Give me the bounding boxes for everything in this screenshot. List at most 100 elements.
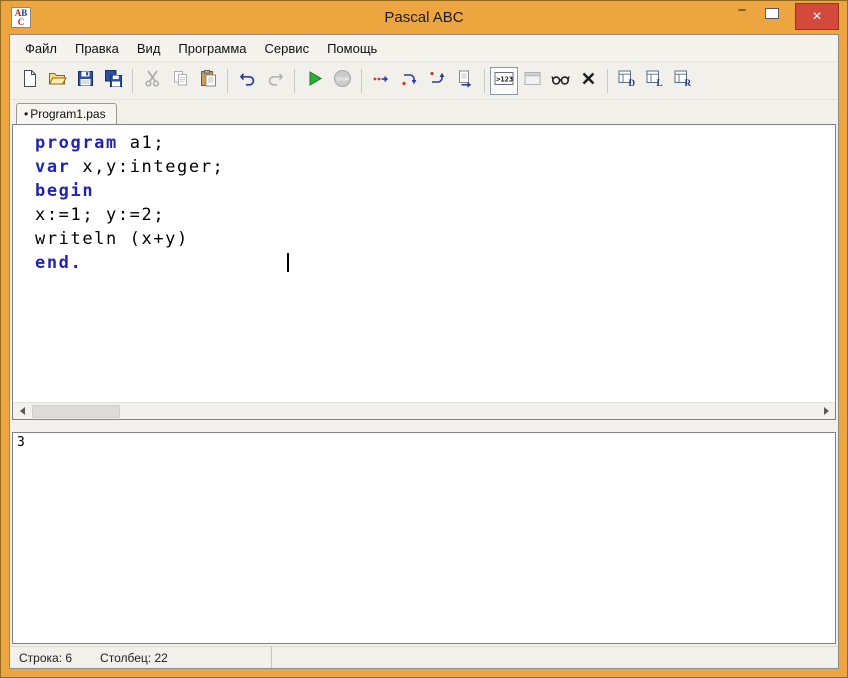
menu-bar: Файл Правка Вид Программа Сервис Помощь xyxy=(10,35,838,62)
scroll-left-arrow-icon xyxy=(16,407,25,415)
paste-icon xyxy=(199,69,218,93)
code-text: x:=1; y:=2; xyxy=(35,205,166,225)
tab-label: Program1.pas xyxy=(30,107,106,121)
undo-icon xyxy=(238,69,257,93)
svg-text:D: D xyxy=(629,78,636,88)
run-button[interactable] xyxy=(300,67,328,95)
pascal-abc-window: AB C Pascal ABC − × Файл Правка Вид Програм… xyxy=(0,0,848,678)
tab-bar: • Program1.pas xyxy=(10,100,838,124)
code-text: x,y:integer; xyxy=(70,157,225,177)
code-text: a1; xyxy=(117,133,166,153)
status-line-indicator: Строка: 6 xyxy=(19,650,73,665)
status-bar: Строка: 6 Столбец: 22 xyxy=(10,646,838,668)
code-line: program a1; xyxy=(35,131,835,155)
save-file-button[interactable] xyxy=(71,67,99,95)
maximize-button[interactable] xyxy=(757,3,787,23)
client-area: Файл Правка Вид Программа Сервис Помощь STOP >… xyxy=(9,34,839,669)
stop-button[interactable]: STOP xyxy=(328,67,356,95)
undo-button[interactable] xyxy=(233,67,261,95)
save-all-button[interactable] xyxy=(99,67,127,95)
code-line: var x,y:integer; xyxy=(35,155,835,179)
toolbar-separator xyxy=(132,68,133,93)
show-form-window-button[interactable] xyxy=(518,67,546,95)
module-l-icon: L xyxy=(645,69,665,93)
watch-window-button[interactable] xyxy=(546,67,574,95)
scroll-right-arrow-icon xyxy=(823,407,833,415)
output-window-icon: >123 xyxy=(494,69,514,93)
close-button[interactable]: × xyxy=(795,3,839,30)
toolbar: STOP >123 D L R xyxy=(10,62,838,100)
scroll-left-button[interactable] xyxy=(13,403,30,420)
status-empty-panel xyxy=(272,647,838,668)
form-window-icon xyxy=(523,69,542,93)
toolbar-separator xyxy=(361,68,362,93)
panel-splitter[interactable] xyxy=(10,420,838,432)
redo-icon xyxy=(266,69,285,93)
app-icon[interactable]: AB C xyxy=(11,7,31,28)
run-to-cursor-button[interactable] xyxy=(451,67,479,95)
scrollbar-track[interactable] xyxy=(30,403,818,419)
code-keyword: program xyxy=(35,133,118,153)
svg-text:R: R xyxy=(685,78,692,88)
cut-icon xyxy=(143,69,162,93)
maximize-icon xyxy=(765,7,779,19)
open-file-button[interactable] xyxy=(43,67,71,95)
toolbar-separator xyxy=(484,68,485,93)
clear-x-icon xyxy=(579,69,598,93)
menu-item-service[interactable]: Сервис xyxy=(256,37,319,60)
copy-icon xyxy=(171,69,190,93)
menu-item-file[interactable]: Файл xyxy=(16,37,66,60)
paste-button[interactable] xyxy=(194,67,222,95)
step-over-icon xyxy=(400,69,419,93)
window-controls: − × xyxy=(727,3,839,30)
minimize-icon: − xyxy=(737,2,747,19)
scroll-right-button[interactable] xyxy=(818,403,835,420)
module-r-button[interactable]: R xyxy=(669,67,697,95)
stop-icon: STOP xyxy=(333,69,352,93)
code-line: x:=1; y:=2; xyxy=(35,203,835,227)
code-keyword: var xyxy=(35,157,71,177)
show-output-window-button[interactable]: >123 xyxy=(490,66,518,95)
module-d-button[interactable]: D xyxy=(613,67,641,95)
app-icon-letter-c: C xyxy=(17,17,25,27)
tab-program1[interactable]: • Program1.pas xyxy=(16,103,117,124)
step-over-button[interactable] xyxy=(395,67,423,95)
menu-item-program[interactable]: Программа xyxy=(169,37,255,60)
copy-button[interactable] xyxy=(166,67,194,95)
code-text: writeln (x+y) xyxy=(35,229,189,249)
status-column-indicator: Столбец: 22 xyxy=(100,650,168,665)
title-bar[interactable]: AB C Pascal ABC − × xyxy=(1,1,847,34)
step-into-icon xyxy=(372,69,391,93)
menu-item-view[interactable]: Вид xyxy=(128,37,170,60)
tab-modified-marker: • xyxy=(24,107,29,121)
open-folder-icon xyxy=(48,69,67,93)
new-file-button[interactable] xyxy=(15,67,43,95)
step-out-button[interactable] xyxy=(423,67,451,95)
module-r-icon: R xyxy=(673,69,693,93)
minimize-button[interactable]: − xyxy=(727,3,757,23)
code-area[interactable]: program a1; var x,y:integer; begin x:=1; y:… xyxy=(13,125,835,402)
module-l-button[interactable]: L xyxy=(641,67,669,95)
code-line: begin xyxy=(35,179,835,203)
code-line: writeln (x+y) xyxy=(35,227,835,251)
code-editor[interactable]: program a1; var x,y:integer; begin x:=1; y:… xyxy=(12,124,836,420)
step-out-icon xyxy=(428,69,447,93)
menu-item-edit[interactable]: Правка xyxy=(66,37,128,60)
horizontal-scrollbar[interactable] xyxy=(13,402,835,419)
clear-watch-button[interactable] xyxy=(574,67,602,95)
svg-text:L: L xyxy=(657,78,663,88)
toolbar-separator xyxy=(227,68,228,93)
code-keyword: end. xyxy=(35,253,83,273)
svg-text:STOP: STOP xyxy=(336,76,348,81)
status-position-panel: Строка: 6 Столбец: 22 xyxy=(10,647,272,668)
step-into-button[interactable] xyxy=(367,67,395,95)
output-panel[interactable]: 3 xyxy=(12,432,836,644)
redo-button[interactable] xyxy=(261,67,289,95)
svg-text:>123: >123 xyxy=(496,75,513,83)
new-file-icon xyxy=(20,69,39,93)
cut-button[interactable] xyxy=(138,67,166,95)
scrollbar-thumb[interactable] xyxy=(32,405,120,418)
menu-item-help[interactable]: Помощь xyxy=(318,37,386,60)
toolbar-separator xyxy=(294,68,295,93)
code-keyword: begin xyxy=(35,181,95,201)
